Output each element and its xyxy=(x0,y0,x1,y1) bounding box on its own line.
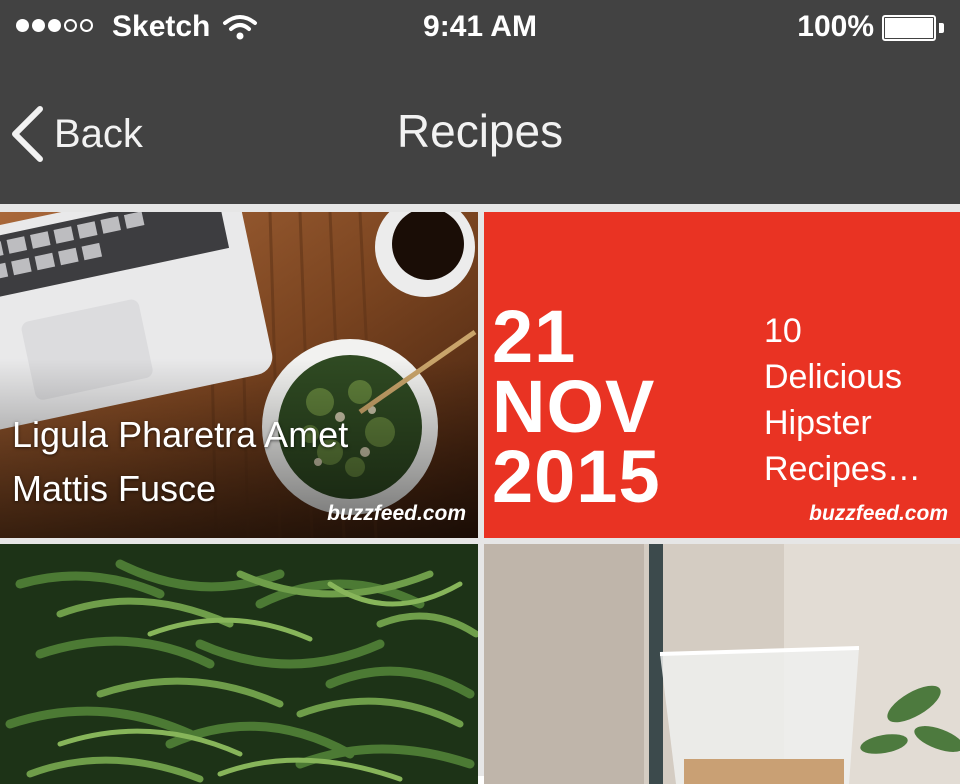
recipe-title: Ligula Pharetra Amet Mattis Fusce xyxy=(12,408,452,516)
date-month: NOV xyxy=(492,365,656,448)
headline-line: 10 xyxy=(764,312,802,350)
date-day: 21 xyxy=(492,295,577,378)
recipe-grid: Ligula Pharetra Amet Mattis Fusce buzzfe… xyxy=(0,204,960,784)
recipe-tile[interactable] xyxy=(0,544,478,784)
status-bar: Sketch 9:41 AM 100% xyxy=(0,0,960,56)
source-label: buzzfeed.com xyxy=(809,502,948,525)
headline-line: Recipes… xyxy=(764,450,921,488)
date-year: 2015 xyxy=(492,435,661,518)
headline-line: Delicious xyxy=(764,358,902,396)
headline-line: Hipster xyxy=(764,404,872,442)
recipe-title-line: Ligula Pharetra Amet xyxy=(12,414,349,455)
recipe-headline: 10 Delicious Hipster Recipes… xyxy=(764,308,921,492)
battery-icon xyxy=(882,15,944,41)
navigation-bar: Back Recipes xyxy=(0,56,960,204)
recipe-tile[interactable] xyxy=(484,544,960,784)
recipe-photo-glass-drink xyxy=(484,544,960,784)
page-title: Recipes xyxy=(396,105,564,157)
date-block: 21 NOV 2015 xyxy=(492,295,661,518)
battery-percentage: 100% xyxy=(797,10,874,43)
recipe-tile[interactable]: 21 NOV 2015 10 Delicious Hipster Recipes… xyxy=(484,212,960,538)
recipe-photo-green-beans xyxy=(0,544,478,784)
source-label: buzzfeed.com xyxy=(327,502,466,525)
recipe-tile[interactable]: Ligula Pharetra Amet Mattis Fusce buzzfe… xyxy=(0,212,478,538)
